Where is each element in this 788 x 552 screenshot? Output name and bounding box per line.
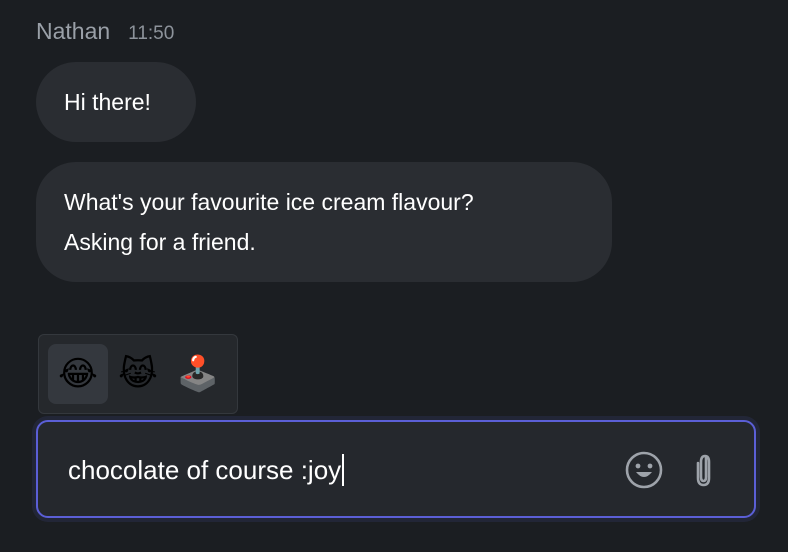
message-text: What's your favourite ice cream flavour? — [64, 189, 474, 215]
sender-name[interactable]: Nathan — [36, 18, 110, 45]
message-header: Nathan 11:50 — [36, 18, 174, 45]
paperclip-icon — [696, 454, 711, 487]
emoji-option-joy-cat[interactable]: 😹 — [108, 344, 168, 404]
smiley-face-icon — [625, 451, 663, 489]
message-timestamp: 11:50 — [128, 23, 175, 44]
emoji-option-joy[interactable]: 😂 — [48, 344, 108, 404]
emoji-button[interactable] — [624, 450, 664, 490]
message-composer[interactable]: chocolate of course :joy — [36, 420, 756, 518]
text-caret — [342, 454, 345, 486]
emoji-autocomplete: 😂 😹 🕹️ — [38, 334, 238, 414]
attach-button[interactable] — [684, 450, 724, 490]
chat-view: Nathan 11:50 Hi there! What's your favou… — [0, 0, 788, 552]
emoji-option-joystick[interactable]: 🕹️ — [168, 344, 228, 404]
message-bubble[interactable]: Hi there! — [36, 62, 196, 142]
message-input-text: chocolate of course :joy — [68, 455, 342, 485]
message-text: Hi there! — [64, 89, 151, 115]
message-input[interactable]: chocolate of course :joy — [68, 450, 588, 490]
message-bubble[interactable]: What's your favourite ice cream flavour?… — [36, 162, 612, 282]
message-text: Asking for a friend. — [64, 229, 256, 255]
